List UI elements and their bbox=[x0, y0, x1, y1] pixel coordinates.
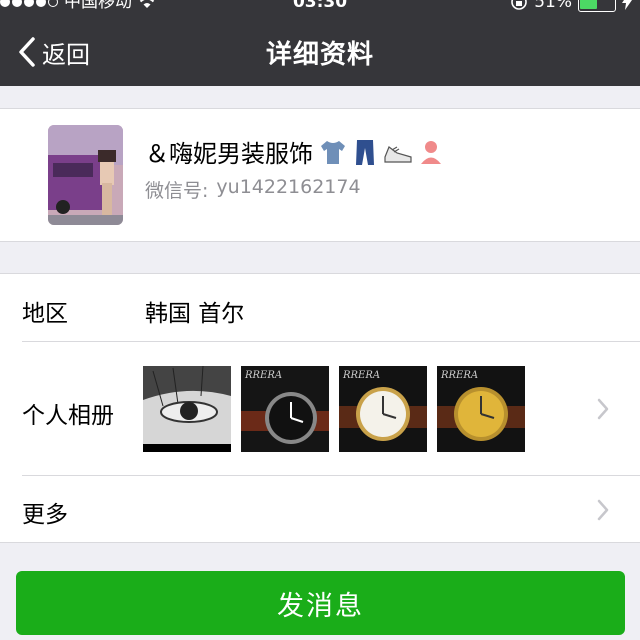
info-card: 地区 韩国 首尔 个人相册 RRERA RRERA RRERA 更多 bbox=[0, 273, 640, 543]
watch-brand-text: RRERA bbox=[244, 370, 282, 381]
chevron-right-icon bbox=[597, 499, 609, 521]
send-message-button[interactable]: 发消息 bbox=[16, 571, 625, 635]
chevron-right-icon bbox=[597, 398, 609, 420]
watch-brand-text: RRERA bbox=[342, 370, 380, 381]
divider bbox=[0, 542, 640, 543]
shirt-icon bbox=[321, 140, 345, 164]
charging-icon bbox=[622, 0, 632, 10]
divider bbox=[0, 108, 640, 109]
divider bbox=[0, 273, 640, 274]
battery-icon bbox=[578, 0, 616, 12]
more-label: 更多 bbox=[22, 502, 68, 528]
album-photo-white-watch[interactable]: RRERA bbox=[339, 366, 427, 452]
album-photos: RRERA RRERA RRERA bbox=[143, 366, 525, 452]
status-bar: 中国移动 03:30 51% bbox=[0, 0, 640, 14]
album-photo-black-watch[interactable]: RRERA bbox=[241, 366, 329, 452]
contact-name: ＆嗨妮男装服饰 bbox=[145, 140, 313, 168]
avatar[interactable] bbox=[48, 125, 123, 225]
album-photo-eye[interactable] bbox=[143, 366, 231, 452]
jeans-icon bbox=[356, 139, 374, 165]
divider bbox=[22, 341, 640, 342]
battery-fill bbox=[580, 0, 597, 9]
album-photo-gold-watch[interactable]: RRERA bbox=[437, 366, 525, 452]
orientation-lock-icon bbox=[511, 0, 528, 10]
wechat-id-value: yu1422162174 bbox=[216, 176, 361, 198]
divider bbox=[0, 241, 640, 242]
page-title: 详细资料 bbox=[265, 40, 374, 70]
wechat-id-label: 微信号: bbox=[145, 180, 209, 202]
nav-bar: 返回 详细资料 bbox=[0, 20, 640, 86]
sneaker-icon bbox=[384, 145, 412, 163]
battery-percent: 51% bbox=[534, 0, 572, 12]
status-right: 51% bbox=[510, 0, 632, 14]
album-label: 个人相册 bbox=[22, 403, 114, 429]
profile-card[interactable]: ＆嗨妮男装服饰 微信号: yu1422162174 bbox=[0, 108, 640, 242]
avatar-image bbox=[48, 125, 123, 225]
region-value: 韩国 首尔 bbox=[145, 301, 245, 327]
name-row: ＆嗨妮男装服饰 bbox=[145, 134, 443, 169]
wechat-id-row: 微信号: yu1422162174 bbox=[145, 176, 361, 203]
divider bbox=[22, 475, 640, 476]
watch-brand-text: RRERA bbox=[440, 370, 478, 381]
top-bar: 中国移动 03:30 51% 返回 详细资料 bbox=[0, 0, 640, 86]
person-icon bbox=[421, 140, 441, 164]
region-label: 地区 bbox=[22, 301, 68, 327]
